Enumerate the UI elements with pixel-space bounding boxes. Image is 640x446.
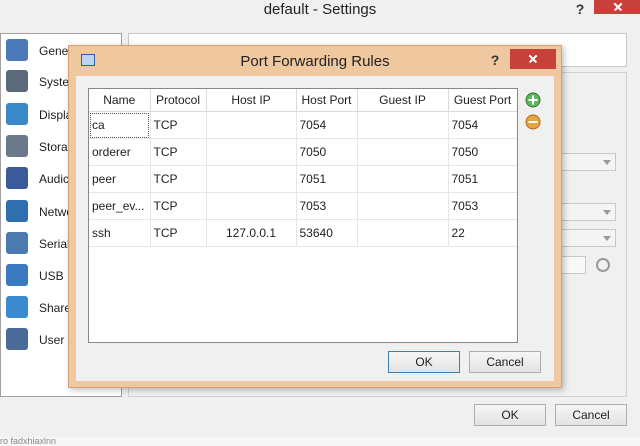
settings-titlebar: default - Settings ? — [0, 0, 640, 30]
cell-name[interactable]: peer_ev... — [89, 192, 151, 220]
column-header-name[interactable]: Name — [89, 89, 151, 112]
dialog-ok-button[interactable]: OK — [388, 351, 460, 373]
cell-protocol[interactable]: TCP — [150, 192, 207, 220]
cell-name[interactable]: ssh — [89, 219, 151, 247]
column-header-guest-port[interactable]: Guest Port — [448, 89, 517, 112]
cell-protocol[interactable]: TCP — [150, 219, 207, 247]
taskbar-snippet: ro fadxhiaxlnn — [0, 437, 57, 446]
column-header-host-port[interactable]: Host Port — [296, 89, 358, 112]
refresh-icon[interactable] — [596, 258, 610, 272]
table-header-row: Name Protocol Host IP Host Port Guest IP… — [89, 89, 517, 112]
monitor-icon — [6, 39, 28, 61]
cell-guest-ip[interactable] — [357, 192, 449, 220]
category-label: User I — [39, 333, 72, 347]
rules-table: Name Protocol Host IP Host Port Guest IP… — [88, 88, 518, 343]
table-row[interactable]: orderer TCP 7050 7050 — [89, 138, 517, 166]
background-combo[interactable] — [560, 229, 616, 247]
cell-host-port[interactable]: 7051 — [296, 165, 358, 193]
settings-help-button[interactable]: ? — [570, 0, 590, 20]
usb-icon — [6, 264, 28, 286]
cell-host-port[interactable]: 7050 — [296, 138, 358, 166]
serial-port-icon — [6, 232, 28, 254]
cell-guest-port[interactable]: 7051 — [448, 165, 517, 193]
cell-guest-port[interactable]: 7054 — [448, 111, 517, 139]
background-combo[interactable] — [560, 203, 616, 221]
cell-host-ip[interactable] — [206, 111, 297, 139]
cell-host-port[interactable]: 7053 — [296, 192, 358, 220]
cell-guest-ip[interactable] — [357, 219, 449, 247]
table-row[interactable]: peer_ev... TCP 7053 7053 — [89, 192, 517, 220]
cell-host-ip[interactable]: 127.0.0.1 — [206, 219, 297, 247]
cell-name[interactable]: orderer — [89, 138, 151, 166]
category-label: Share — [39, 301, 72, 315]
shared-folder-icon — [6, 296, 28, 318]
port-forwarding-dialog: Port Forwarding Rules ? Name Protocol Ho… — [68, 45, 562, 388]
cell-protocol[interactable]: TCP — [150, 111, 207, 139]
remove-rule-icon[interactable] — [524, 113, 542, 131]
category-label: Serial — [39, 237, 70, 251]
speaker-icon — [6, 167, 28, 189]
cell-protocol[interactable]: TCP — [150, 165, 207, 193]
display-icon — [6, 103, 28, 125]
cell-guest-ip[interactable] — [357, 111, 449, 139]
rules-body: ca TCP 7054 7054 orderer TCP 7050 7050 peer TCP 70… — [89, 111, 517, 247]
column-header-guest-ip[interactable]: Guest IP — [357, 89, 449, 112]
table-row[interactable]: peer TCP 7051 7051 — [89, 165, 517, 193]
category-label: USB — [39, 269, 64, 283]
column-header-host-ip[interactable]: Host IP — [206, 89, 297, 112]
cell-host-ip[interactable] — [206, 192, 297, 220]
cell-name[interactable]: ca — [89, 111, 151, 139]
cell-host-port[interactable]: 7054 — [296, 111, 358, 139]
table-row[interactable]: ssh TCP 127.0.0.1 53640 22 — [89, 219, 517, 247]
dialog-cancel-button[interactable]: Cancel — [469, 351, 541, 373]
table-row[interactable]: ca TCP 7054 7054 — [89, 111, 517, 139]
cell-guest-port[interactable]: 22 — [448, 219, 517, 247]
cell-protocol[interactable]: TCP — [150, 138, 207, 166]
settings-ok-button[interactable]: OK — [474, 404, 546, 426]
cell-guest-ip[interactable] — [357, 165, 449, 193]
settings-title: default - Settings — [263, 1, 377, 18]
settings-close-button[interactable] — [594, 0, 640, 14]
cell-name[interactable]: peer — [89, 165, 151, 193]
dialog-close-button[interactable] — [510, 49, 556, 69]
cell-guest-port[interactable]: 7050 — [448, 138, 517, 166]
background-text-field[interactable] — [560, 256, 586, 274]
settings-cancel-button[interactable]: Cancel — [555, 404, 627, 426]
dialog-titlebar: Port Forwarding Rules ? — [69, 46, 561, 76]
dialog-help-button[interactable]: ? — [485, 50, 505, 72]
category-label: Audic — [39, 172, 70, 186]
cell-host-port[interactable]: 53640 — [296, 219, 358, 247]
cell-host-ip[interactable] — [206, 165, 297, 193]
chip-icon — [6, 70, 28, 92]
dialog-body: Name Protocol Host IP Host Port Guest IP… — [76, 76, 554, 381]
cell-host-ip[interactable] — [206, 138, 297, 166]
add-rule-icon[interactable] — [524, 91, 542, 109]
user-interface-icon — [6, 328, 28, 350]
cell-guest-ip[interactable] — [357, 138, 449, 166]
network-icon — [6, 200, 28, 222]
cell-guest-port[interactable]: 7053 — [448, 192, 517, 220]
column-header-protocol[interactable]: Protocol — [150, 89, 207, 112]
background-combo[interactable] — [560, 153, 616, 171]
disk-icon — [6, 135, 28, 157]
